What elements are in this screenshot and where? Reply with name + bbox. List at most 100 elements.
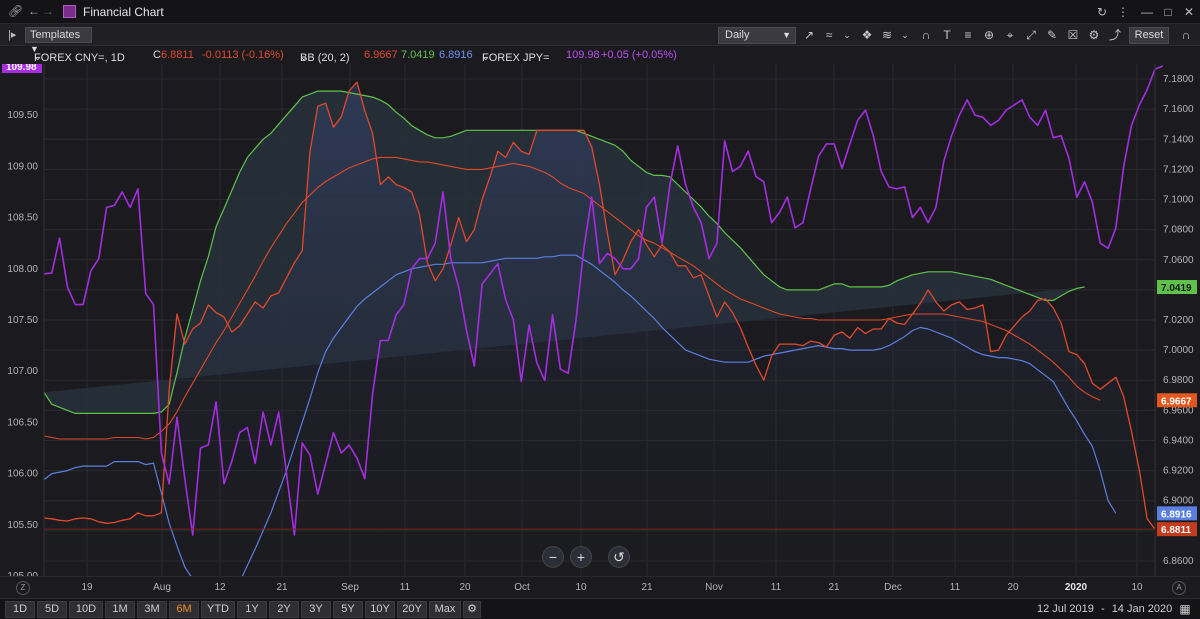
- more-icon[interactable]: ⋮: [1114, 3, 1132, 21]
- reset-zoom-button[interactable]: ↺: [608, 546, 630, 568]
- compare-icon[interactable]: ❖: [858, 27, 876, 44]
- date-to: 14 Jan 2020: [1111, 603, 1173, 615]
- range-button-10d[interactable]: 10D: [69, 601, 103, 618]
- collapse-panel-icon[interactable]: |▸: [8, 28, 16, 41]
- annotation-icon[interactable]: ✎: [1043, 27, 1061, 44]
- share-icon[interactable]: ⤴: [1106, 27, 1124, 44]
- range-button-20y[interactable]: 20Y: [397, 601, 427, 618]
- left-tick-label: 108.50: [7, 213, 38, 224]
- x-tick-label: 2020: [1064, 582, 1088, 593]
- x-tick-label: 21: [641, 582, 653, 593]
- chevron-down-icon[interactable]: ⌄: [896, 27, 914, 44]
- text-icon[interactable]: T: [938, 27, 956, 44]
- crosshair-icon[interactable]: ⌖: [1001, 27, 1019, 44]
- right-tick-label: 7.1600: [1163, 104, 1194, 115]
- x-tick-label: 11: [770, 582, 782, 593]
- zoom-icon[interactable]: ⊕: [980, 27, 998, 44]
- legend-close-change: -0.0113 (-0.16%): [202, 49, 284, 61]
- x-tick-label: Dec: [884, 582, 902, 593]
- auto-scale-toggle[interactable]: A: [1172, 581, 1186, 595]
- x-tick-label: 10: [1131, 582, 1143, 593]
- delete-drawings-icon[interactable]: ☒: [1064, 27, 1082, 44]
- jpy-last-badge: 109.98: [6, 64, 37, 73]
- range-button-1m[interactable]: 1M: [105, 601, 135, 618]
- link-icon[interactable]: 🔗︎: [8, 4, 23, 18]
- caret-down-icon: ▼: [782, 30, 791, 40]
- range-button-6m[interactable]: 6M: [169, 601, 199, 618]
- date-range: 12 Jul 2019 - 14 Jan 2020: [1037, 603, 1172, 615]
- range-button-5d[interactable]: 5D: [37, 601, 67, 618]
- x-tick-label: 11: [949, 582, 961, 593]
- bb-lower-badge: 6.8916: [1161, 509, 1192, 520]
- legend-jpy-value: 109.98: [566, 49, 600, 61]
- right-tick-label: 6.8600: [1163, 556, 1194, 567]
- left-tick-label: 109.00: [7, 161, 38, 172]
- minimize-icon[interactable]: —: [1138, 3, 1156, 21]
- window-title: Financial Chart: [83, 5, 164, 19]
- settings-icon[interactable]: ⚙: [1085, 27, 1103, 44]
- close-icon[interactable]: ✕: [1180, 3, 1198, 21]
- left-tick-label: 109.50: [7, 110, 38, 121]
- range-button-2y[interactable]: 2Y: [269, 601, 299, 618]
- zoom-out-button[interactable]: −: [542, 546, 564, 568]
- interval-select[interactable]: Daily ▼: [718, 27, 796, 44]
- chevron-down-icon: ⌄: [34, 52, 42, 62]
- templates-button[interactable]: Templates ▼: [25, 27, 92, 54]
- refresh-icon[interactable]: ↻: [1093, 3, 1111, 21]
- maximize-icon[interactable]: □: [1159, 3, 1177, 21]
- range-bar: ▦ 12 Jul 2019 - 14 Jan 2020 1D 5D 10D 1M 3M 6…: [0, 598, 1200, 619]
- right-tick-label: 7.0200: [1163, 315, 1194, 326]
- x-axis: Z A 19 Aug 12 21 Sep 11 20 Oct 10 21 Nov 11 21 Dec 11 2…: [0, 576, 1200, 598]
- zoom-in-button[interactable]: +: [570, 546, 592, 568]
- templates-label: Templates: [30, 29, 81, 41]
- calendar-icon[interactable]: ▦: [1176, 601, 1194, 618]
- right-tick-label: 6.9000: [1163, 496, 1194, 507]
- x-tick-label: 12: [214, 582, 226, 593]
- left-tick-label: 106.00: [7, 469, 38, 480]
- right-tick-label: 7.0600: [1163, 255, 1194, 266]
- range-button-max[interactable]: Max: [429, 601, 461, 618]
- indicator-icon[interactable]: ≈: [820, 27, 838, 44]
- range-button-5y[interactable]: 5Y: [333, 601, 363, 618]
- bb-upper-badge: 7.0419: [1161, 283, 1192, 294]
- legend-close-value: 6.8811: [161, 49, 194, 61]
- left-tick-label: 108.00: [7, 264, 38, 275]
- chart-canvas[interactable]: 110.00109.50109.00108.50108.00107.50107.…: [0, 59, 1200, 607]
- left-tick-label: 107.00: [7, 366, 38, 377]
- right-tick-label: 7.1000: [1163, 195, 1194, 206]
- x-tick-label: 11: [399, 582, 411, 593]
- magnet-icon[interactable]: ∩: [917, 27, 935, 44]
- fit-icon[interactable]: ⤢: [1022, 27, 1040, 44]
- date-from: 12 Jul 2019: [1037, 603, 1094, 615]
- x-tick-label: 19: [81, 582, 93, 593]
- chart-type-icon[interactable]: ∩: [1177, 27, 1195, 44]
- x-tick-label: 10: [575, 582, 587, 593]
- range-button-1d[interactable]: 1D: [5, 601, 35, 618]
- reset-button[interactable]: Reset: [1129, 27, 1169, 44]
- right-tick-label: 7.1400: [1163, 134, 1194, 145]
- range-button-1y[interactable]: 1Y: [237, 601, 267, 618]
- forward-arrow-icon[interactable]: →: [42, 4, 54, 18]
- right-tick-label: 7.0000: [1163, 345, 1194, 356]
- range-button-3y[interactable]: 3Y: [301, 601, 331, 618]
- chevron-down-icon[interactable]: ⌄: [838, 27, 856, 44]
- chevron-down-icon: ⌄: [300, 52, 308, 62]
- range-settings-gear-icon[interactable]: ⚙: [463, 601, 481, 618]
- left-axis-toggle[interactable]: Z: [16, 581, 30, 595]
- fib-icon[interactable]: ≡: [959, 27, 977, 44]
- x-tick-label: 21: [828, 582, 840, 593]
- legend-bb-lower: 6.8916: [439, 49, 473, 61]
- legend-jpy-change: +0.05 (+0.05%): [601, 49, 677, 61]
- legend-bb-upper: 7.0419: [401, 49, 435, 61]
- range-button-3m[interactable]: 3M: [137, 601, 167, 618]
- chart-toolbar: |▸ Templates ▼ Daily ▼ ↗ ≈ ⌄ ❖ ≋ ⌄ ∩ T ≡ …: [0, 24, 1200, 54]
- wave-icon[interactable]: ≋: [878, 27, 896, 44]
- left-tick-label: 105.50: [7, 520, 38, 531]
- back-arrow-icon[interactable]: ←: [28, 4, 40, 18]
- date-separator: -: [1100, 603, 1105, 615]
- title-bar: 🔗︎ ← → Financial Chart ↻ ⋮ — □ ✕: [0, 0, 1200, 24]
- range-button-ytd[interactable]: YTD: [201, 601, 235, 618]
- price-chart[interactable]: 110.00109.50109.00108.50108.00107.50107.…: [0, 59, 1200, 607]
- range-button-10y[interactable]: 10Y: [365, 601, 395, 618]
- line-chart-icon[interactable]: ↗: [800, 27, 818, 44]
